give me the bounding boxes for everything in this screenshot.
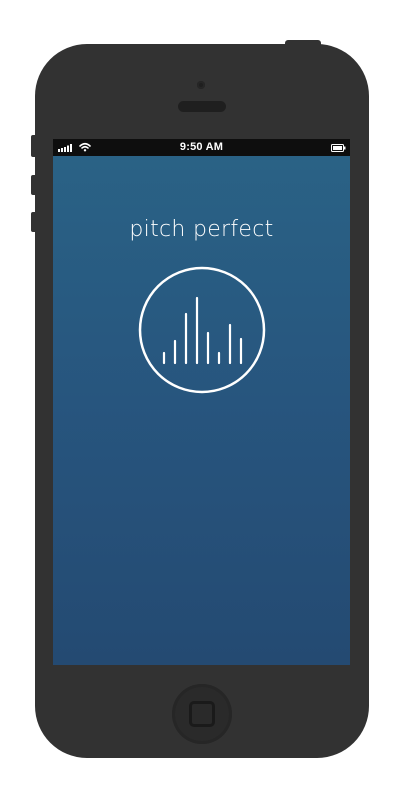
status-bar: 9:50 AM <box>53 139 350 156</box>
battery-icon <box>331 144 346 152</box>
app-title: pitch perfect <box>129 217 274 242</box>
status-time: 9:50 AM <box>179 141 224 153</box>
app-screen: 9:50 AM pitch perfect <box>53 139 350 665</box>
earpiece-speaker <box>178 101 226 112</box>
record-audio-button[interactable] <box>138 266 266 394</box>
home-square-icon <box>189 701 215 727</box>
home-button[interactable] <box>172 684 232 744</box>
audio-waveform-icon <box>162 296 243 365</box>
front-camera <box>197 81 205 89</box>
